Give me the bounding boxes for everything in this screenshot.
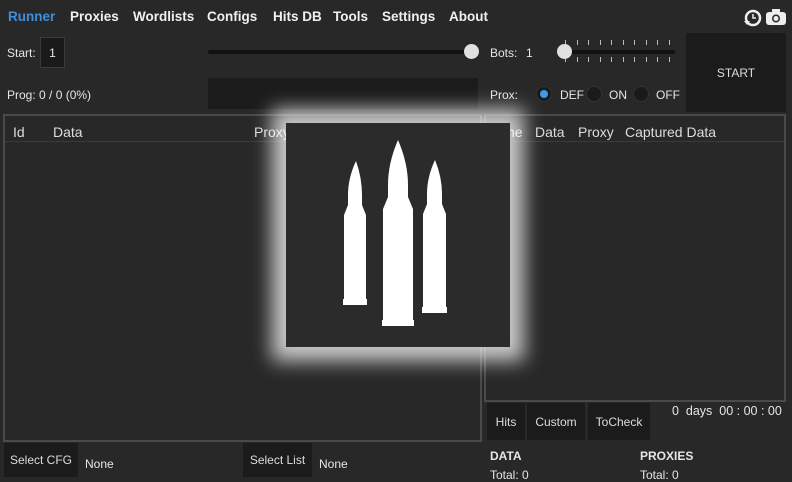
prox-off-label: OFF — [656, 88, 680, 102]
tab-hits-db[interactable]: Hits DB — [273, 9, 322, 24]
data-total: Total: 0 — [490, 468, 529, 482]
bullets-icon — [343, 140, 447, 326]
slider-tick — [634, 40, 635, 45]
start-label: Start: — [7, 46, 36, 60]
tab-configs[interactable]: Configs — [207, 9, 257, 24]
prox-on-label: ON — [609, 88, 627, 102]
select-cfg-button[interactable]: Select CFG — [4, 443, 78, 477]
camera-icon[interactable] — [765, 8, 787, 26]
bots-slider[interactable] — [560, 50, 675, 54]
prox-radio-on[interactable] — [586, 86, 602, 102]
hits-table[interactable]: Time Data Proxy Captured Data — [484, 114, 786, 402]
slider-tick — [657, 40, 658, 45]
slider-tick — [611, 40, 612, 45]
slider-tick — [657, 57, 658, 62]
list-value: None — [319, 457, 348, 471]
proxies-stats-title: PROXIES — [640, 449, 694, 463]
start-value: 1 — [49, 45, 56, 60]
bots-slider-thumb[interactable] — [557, 44, 572, 59]
slider-tick — [576, 40, 578, 45]
proxies-total: Total: 0 — [640, 468, 679, 482]
data-stats-title: DATA — [490, 449, 522, 463]
slider-tick — [599, 57, 601, 62]
col-proxy[interactable]: Proxy — [254, 124, 290, 140]
cfg-value: None — [85, 457, 114, 471]
col-data[interactable]: Data — [53, 124, 83, 140]
slider-tick — [588, 57, 589, 62]
slider-tick — [611, 57, 612, 62]
slider-tick — [622, 57, 624, 62]
custom-tab[interactable]: Custom — [527, 403, 585, 440]
start-slider[interactable] — [208, 50, 476, 54]
slider-tick — [588, 40, 589, 45]
slider-tick — [634, 57, 635, 62]
elapsed-timer: 0 days 00 : 00 : 00 — [672, 404, 782, 418]
splash-logo — [286, 123, 510, 347]
prox-label: Prox: — [490, 88, 519, 102]
slider-tick — [645, 40, 647, 45]
select-list-button[interactable]: Select List — [243, 443, 312, 477]
slider-tick — [668, 57, 670, 62]
progress-bar — [208, 78, 478, 109]
tab-proxies[interactable]: Proxies — [70, 9, 119, 24]
progress-text: Prog: 0 / 0 (0%) — [7, 88, 92, 102]
prox-def-label: DEF — [560, 88, 584, 102]
history-icon[interactable] — [742, 8, 762, 28]
tab-about[interactable]: About — [449, 9, 488, 24]
col-id[interactable]: Id — [13, 124, 25, 140]
slider-tick — [599, 40, 601, 45]
slider-tick — [576, 57, 578, 62]
bots-label: Bots: — [490, 46, 518, 60]
tab-runner[interactable]: Runner — [8, 9, 55, 24]
tocheck-tab[interactable]: ToCheck — [588, 403, 650, 440]
bots-value: 1 — [526, 46, 533, 60]
prox-radio-off[interactable] — [633, 86, 649, 102]
start-slider-thumb[interactable] — [464, 44, 479, 59]
col-captured-data[interactable]: Captured Data — [625, 124, 716, 140]
slider-tick — [622, 40, 624, 45]
prox-radio-def[interactable] — [536, 86, 552, 102]
slider-tick — [645, 57, 647, 62]
tab-settings[interactable]: Settings — [382, 9, 435, 24]
start-button[interactable]: START — [686, 33, 786, 112]
tab-tools[interactable]: Tools — [333, 9, 368, 24]
hits-tab[interactable]: Hits — [487, 403, 525, 440]
tab-wordlists[interactable]: Wordlists — [133, 9, 194, 24]
start-input[interactable]: 1 — [40, 37, 65, 68]
col-proxy[interactable]: Proxy — [578, 124, 614, 140]
slider-tick — [668, 40, 670, 45]
col-data[interactable]: Data — [535, 124, 565, 140]
